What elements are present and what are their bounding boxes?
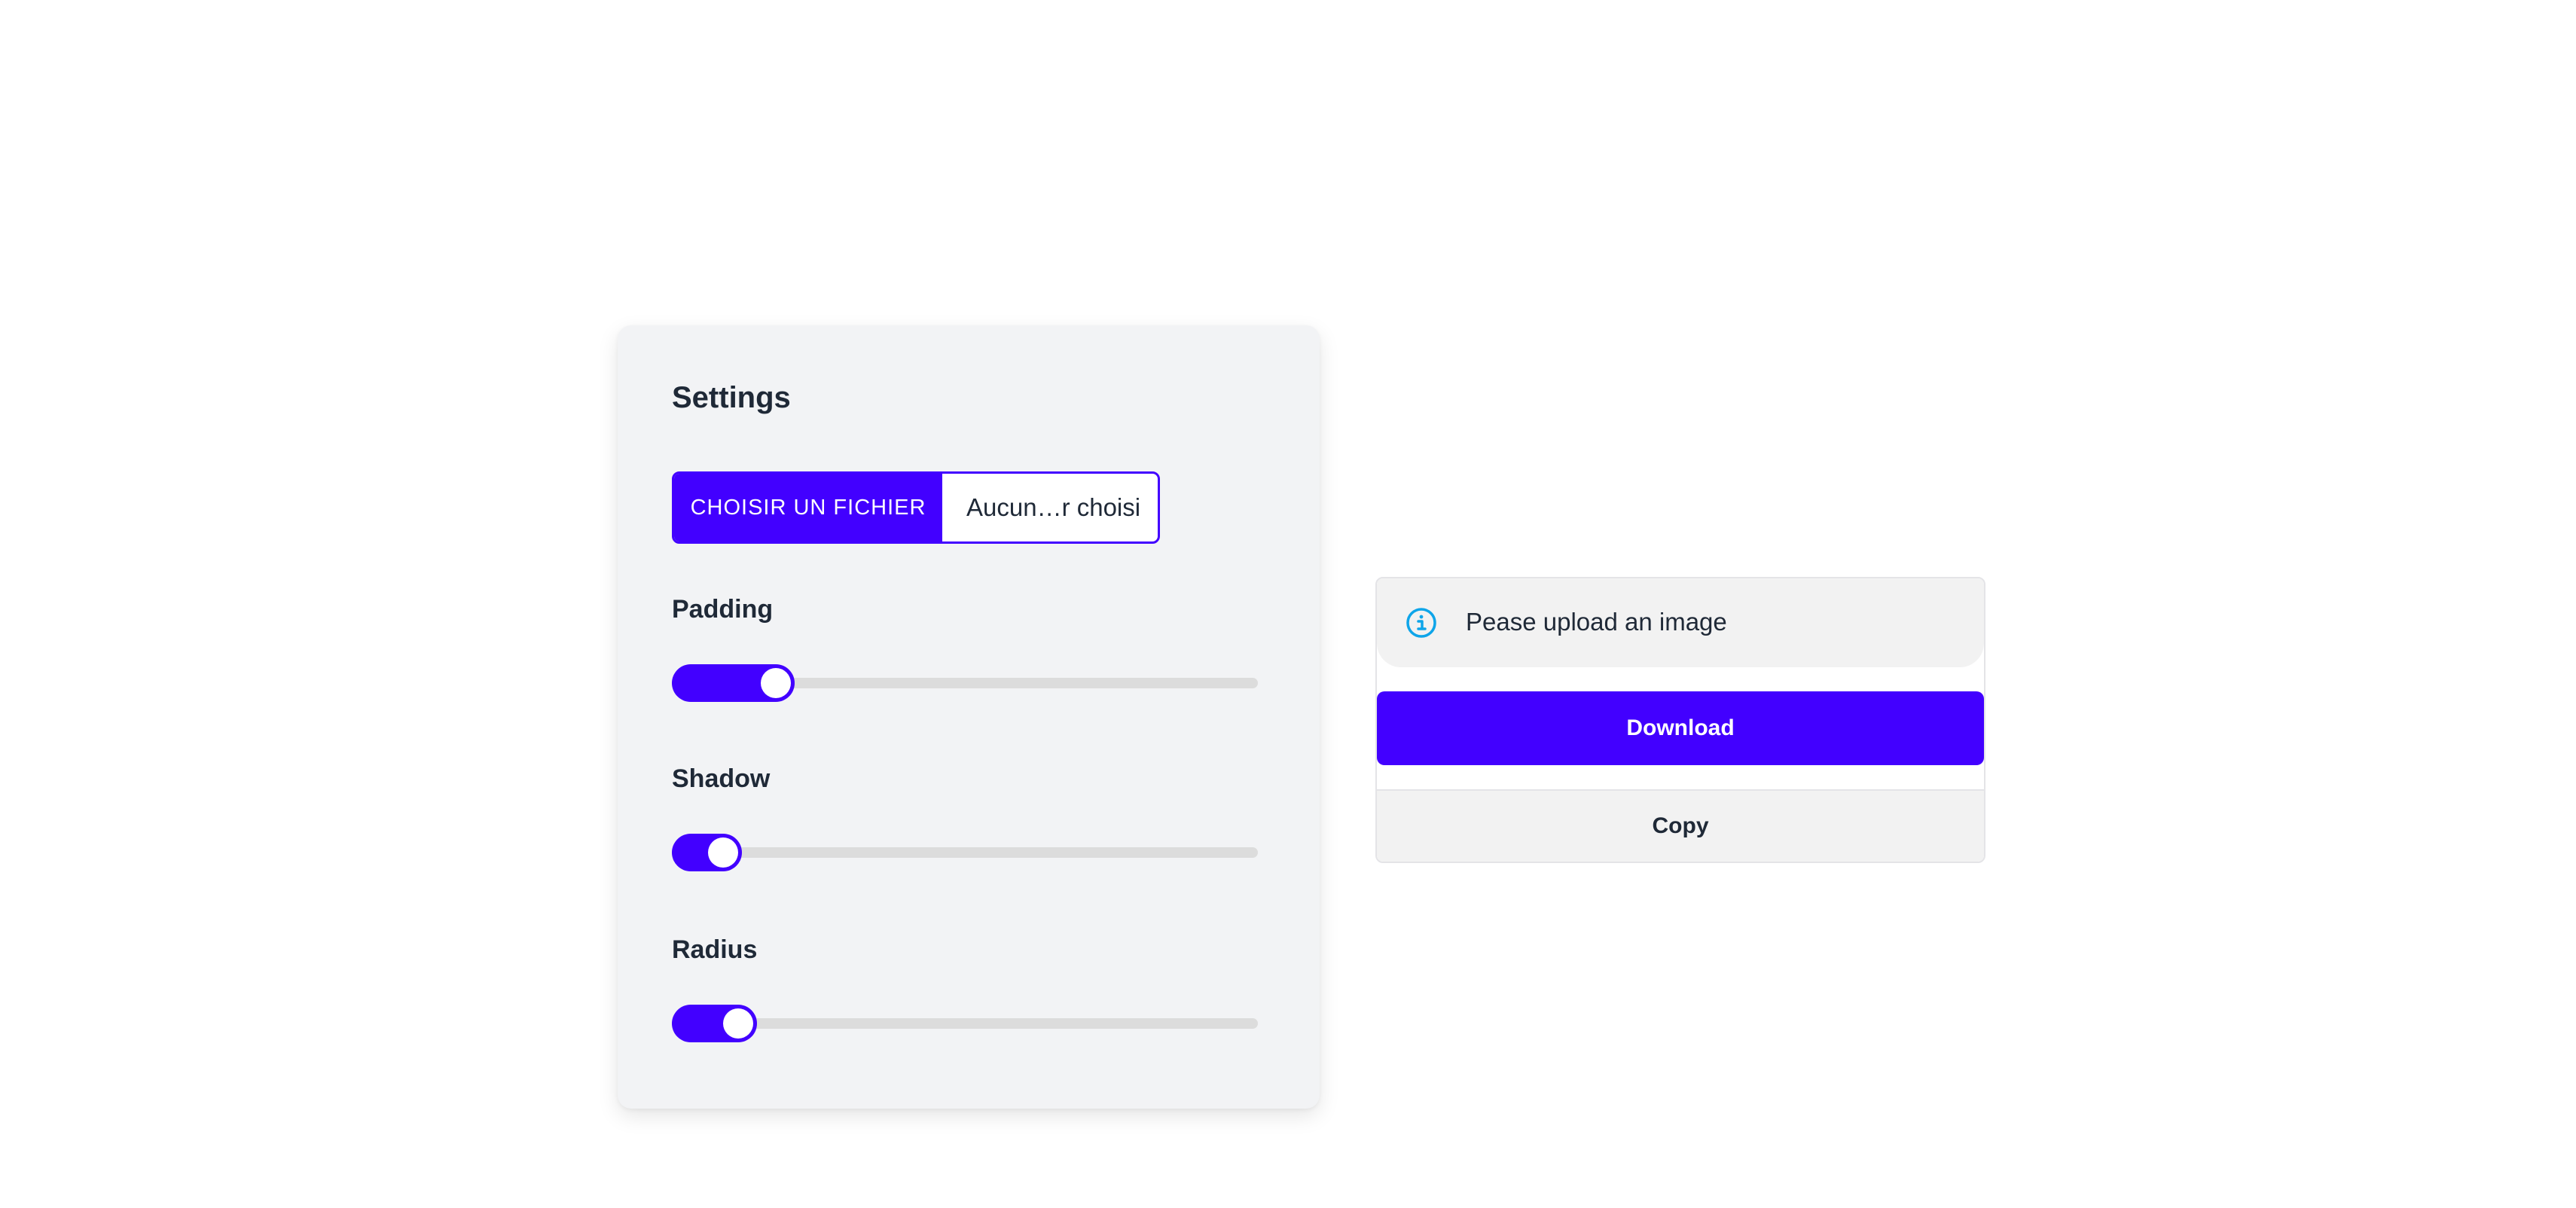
info-alert: Pease upload an image bbox=[1377, 578, 1984, 667]
radius-slider[interactable] bbox=[672, 1005, 1258, 1042]
padding-slider-group: Padding bbox=[672, 595, 1258, 702]
padding-slider-thumb[interactable] bbox=[761, 668, 791, 698]
page: Settings CHOISIR UN FICHIER Aucun…r choi… bbox=[0, 0, 2576, 1208]
radius-slider-thumb[interactable] bbox=[723, 1008, 753, 1039]
radius-slider-track[interactable] bbox=[672, 1018, 1258, 1029]
choose-file-button[interactable]: CHOISIR UN FICHIER bbox=[674, 474, 942, 541]
shadow-label: Shadow bbox=[672, 764, 771, 793]
output-panel: Pease upload an image Download Copy bbox=[1375, 577, 1985, 863]
info-circle-icon bbox=[1406, 608, 1436, 638]
file-input[interactable]: CHOISIR UN FICHIER Aucun…r choisi bbox=[672, 471, 1160, 544]
file-name-label: Aucun…r choisi bbox=[966, 493, 1141, 521]
download-button[interactable]: Download bbox=[1377, 691, 1984, 765]
radius-slider-group: Radius bbox=[672, 935, 1258, 1042]
padding-slider[interactable] bbox=[672, 664, 1258, 702]
alert-message: Pease upload an image bbox=[1466, 608, 1727, 636]
padding-label: Padding bbox=[672, 595, 774, 624]
settings-card: Settings CHOISIR UN FICHIER Aucun…r choi… bbox=[618, 325, 1320, 1109]
settings-title: Settings bbox=[672, 381, 791, 414]
copy-button[interactable]: Copy bbox=[1377, 789, 1984, 862]
shadow-slider-thumb[interactable] bbox=[708, 837, 738, 868]
shadow-slider[interactable] bbox=[672, 834, 1258, 871]
shadow-slider-group: Shadow bbox=[672, 764, 1258, 871]
shadow-slider-track[interactable] bbox=[672, 847, 1258, 858]
radius-label: Radius bbox=[672, 935, 758, 964]
